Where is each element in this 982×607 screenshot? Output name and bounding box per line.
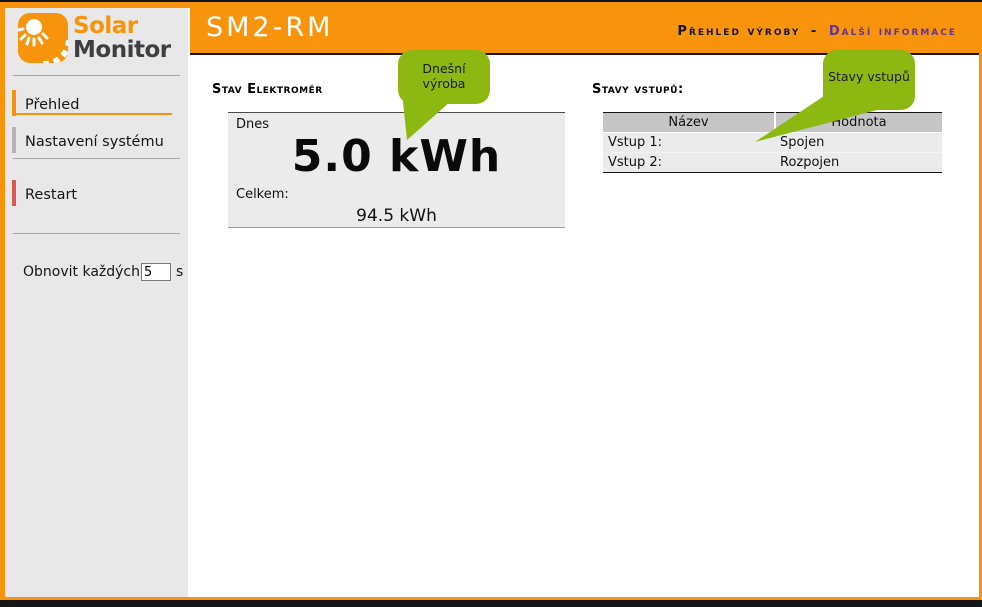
sidebar-item-restart[interactable]: Restart (12, 184, 177, 203)
accent-bar (12, 127, 16, 153)
table-row: Vstup 2: Rozpojen (603, 153, 942, 173)
logo-word-solar: Solar (73, 14, 171, 38)
logo-word-monitor: Monitor (73, 38, 171, 62)
refresh-interval-label: Obnovit každých (23, 264, 140, 280)
sidebar: Solar Monitor Přehled Nastavení systému … (5, 8, 188, 597)
sidebar-divider (13, 75, 180, 76)
header-nav: Přehled výroby - Další informace (677, 24, 957, 39)
input-name: Vstup 2: (603, 153, 775, 173)
today-label: Dnes (236, 117, 269, 132)
total-production-value: 94.5 kWh (228, 206, 565, 226)
active-underline (12, 113, 172, 115)
sidebar-divider (13, 158, 180, 159)
sidebar-item-label: Nastavení systému (25, 134, 164, 150)
meter-section-heading: Stav Elektroměr (212, 82, 323, 97)
nav-link-prehled-vyroby[interactable]: Přehled výroby (677, 24, 800, 39)
sidebar-item-prehled[interactable]: Přehled (12, 94, 177, 113)
sidebar-item-nastaveni-systemu[interactable]: Nastavení systému (12, 131, 177, 150)
nav-separator: - (811, 24, 818, 39)
refresh-interval-row: Obnovit každých s (23, 263, 183, 281)
refresh-interval-input[interactable] (141, 263, 171, 281)
solar-monitor-logo: Solar Monitor (17, 12, 171, 64)
nav-link-dalsi-informace[interactable]: Další informace (829, 24, 957, 39)
refresh-interval-unit: s (176, 264, 183, 280)
logo-text: Solar Monitor (73, 14, 171, 62)
accent-bar (12, 180, 16, 206)
sidebar-item-label: Restart (25, 187, 77, 203)
tooltip-dnesni-vyroba: Dnešní výroba (409, 61, 479, 91)
device-title: SM2-RM (206, 12, 333, 43)
sun-logo-icon (17, 12, 69, 64)
tooltip-stavy-vstupu: Stavy vstupů (824, 69, 914, 84)
tooltip-callout-shape (745, 46, 920, 146)
page: SM2-RM Přehled výroby - Další informace (0, 0, 982, 607)
bottom-border (0, 600, 982, 607)
input-value: Rozpojen (775, 153, 942, 173)
sidebar-item-label: Přehled (25, 97, 79, 113)
sidebar-divider (13, 233, 180, 234)
inputs-section-heading: Stavy vstupů: (592, 82, 684, 97)
total-label: Celkem: (236, 187, 289, 202)
